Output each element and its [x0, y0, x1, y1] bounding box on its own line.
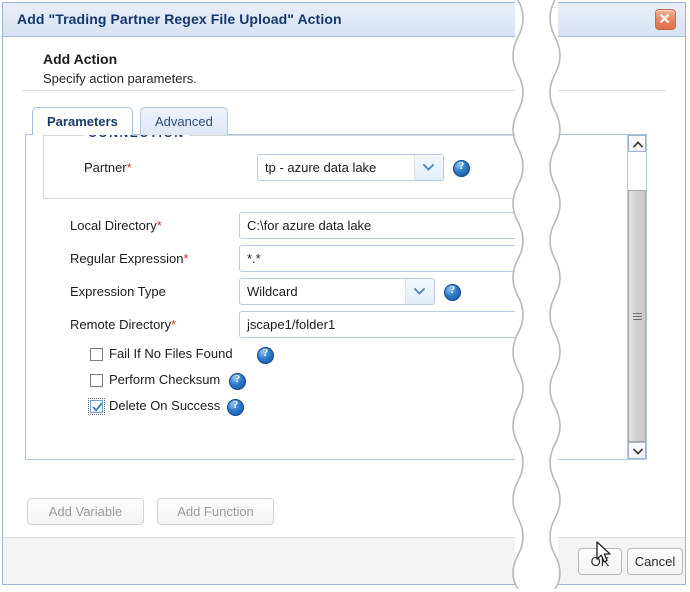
tab-parameters[interactable]: Parameters: [32, 107, 133, 135]
expression-type-value: Wildcard: [247, 284, 298, 299]
connection-group-legend: CONNECTION: [84, 135, 189, 140]
field-row-regular-expression: Regular Expression* *.*: [43, 245, 521, 275]
delete-on-success-label: Delete On Success: [109, 398, 220, 413]
connection-group: CONNECTION Partner* tp - azure data lake: [43, 135, 521, 199]
page-subtitle: Specify action parameters.: [43, 71, 197, 86]
dialog-title: Add "Trading Partner Regex File Upload" …: [17, 11, 342, 27]
tab-advanced[interactable]: Advanced: [140, 107, 228, 135]
fail-if-no-files-found-label: Fail If No Files Found: [109, 346, 233, 361]
dialog-left-slice: Add "Trading Partner Regex File Upload" …: [0, 0, 525, 589]
regular-expression-input[interactable]: *.*: [239, 245, 525, 272]
partner-help-icon[interactable]: ?: [453, 160, 470, 177]
dialog-titlebar-right: Add "Trading Partner Regex File Upload" …: [551, 3, 685, 37]
chevron-down-icon[interactable]: [405, 279, 434, 304]
add-function-button[interactable]: Add Function: [157, 498, 274, 525]
fail-if-no-files-found-help-icon[interactable]: ?: [257, 347, 274, 364]
delete-on-success-help-icon[interactable]: ?: [227, 399, 244, 416]
section-header: Add Action Specify action parameters.: [22, 45, 525, 89]
add-action-dialog: Add "Trading Partner Regex File Upload" …: [2, 2, 525, 585]
fail-if-no-files-found-checkbox[interactable]: [90, 348, 103, 361]
perform-checksum-label: Perform Checksum: [109, 372, 220, 387]
regular-expression-label: Regular Expression*: [70, 251, 189, 266]
field-row-remote-directory: Remote Directory* jscape1/folder1: [43, 311, 521, 341]
remote-directory-label: Remote Directory*: [70, 317, 176, 332]
dialog-footer: OK Cancel: [3, 537, 525, 584]
partner-value: tp - azure data lake: [265, 160, 376, 175]
field-row-partner: Partner* tp - azure data lake ?: [44, 154, 522, 184]
perform-checksum-help-icon[interactable]: ?: [229, 373, 246, 390]
local-directory-label: Local Directory*: [70, 218, 162, 233]
page-title: Add Action: [43, 51, 117, 67]
perform-checksum-checkbox[interactable]: [90, 374, 103, 387]
field-row-local-directory: Local Directory* C:\for azure data lake: [43, 212, 521, 242]
parameters-panel: CONNECTION Partner* tp - azure data lake: [25, 134, 525, 460]
partner-label: Partner*: [84, 160, 132, 175]
dialog-body: Add Action Specify action parameters. Pa…: [3, 37, 525, 584]
ok-button[interactable]: OK: [578, 548, 622, 575]
cancel-button[interactable]: Cancel: [627, 548, 683, 575]
dialog-titlebar: Add "Trading Partner Regex File Upload" …: [3, 3, 525, 37]
parameters-scroll-viewport: CONNECTION Partner* tp - azure data lake: [26, 135, 525, 459]
dialog-footer-right: OK Cancel: [551, 537, 685, 584]
header-divider-right: [551, 90, 666, 91]
add-action-dialog-right: Add "Trading Partner Regex File Upload" …: [551, 2, 686, 585]
scroll-down-button[interactable]: [628, 442, 646, 459]
add-variable-button[interactable]: Add Variable: [27, 498, 144, 525]
scrollbar-grip-icon: [633, 313, 642, 320]
delete-on-success-checkbox[interactable]: [90, 400, 103, 413]
dialog-right-slice: Add "Trading Partner Regex File Upload" …: [551, 0, 690, 589]
parameters-panel-right: [551, 134, 647, 460]
partner-select[interactable]: tp - azure data lake: [257, 154, 444, 181]
remote-directory-input[interactable]: jscape1/folder1: [239, 311, 525, 338]
scrollbar-thumb[interactable]: [628, 190, 646, 442]
parameters-scrollbar-right[interactable]: [627, 135, 646, 459]
close-icon[interactable]: [655, 9, 676, 30]
chevron-down-icon[interactable]: [414, 155, 443, 180]
dialog-body-right: OK Cancel: [551, 37, 685, 584]
expression-type-select[interactable]: Wildcard: [239, 278, 435, 305]
scroll-up-button[interactable]: [628, 135, 646, 152]
local-directory-input[interactable]: C:\for azure data lake: [239, 212, 525, 239]
expression-type-help-icon[interactable]: ?: [444, 284, 461, 301]
header-divider: [22, 90, 525, 91]
field-row-expression-type: Expression Type Wildcard ?: [43, 278, 521, 308]
expression-type-label: Expression Type: [70, 284, 166, 299]
screenshot-stage: Add "Trading Partner Regex File Upload" …: [0, 0, 690, 589]
